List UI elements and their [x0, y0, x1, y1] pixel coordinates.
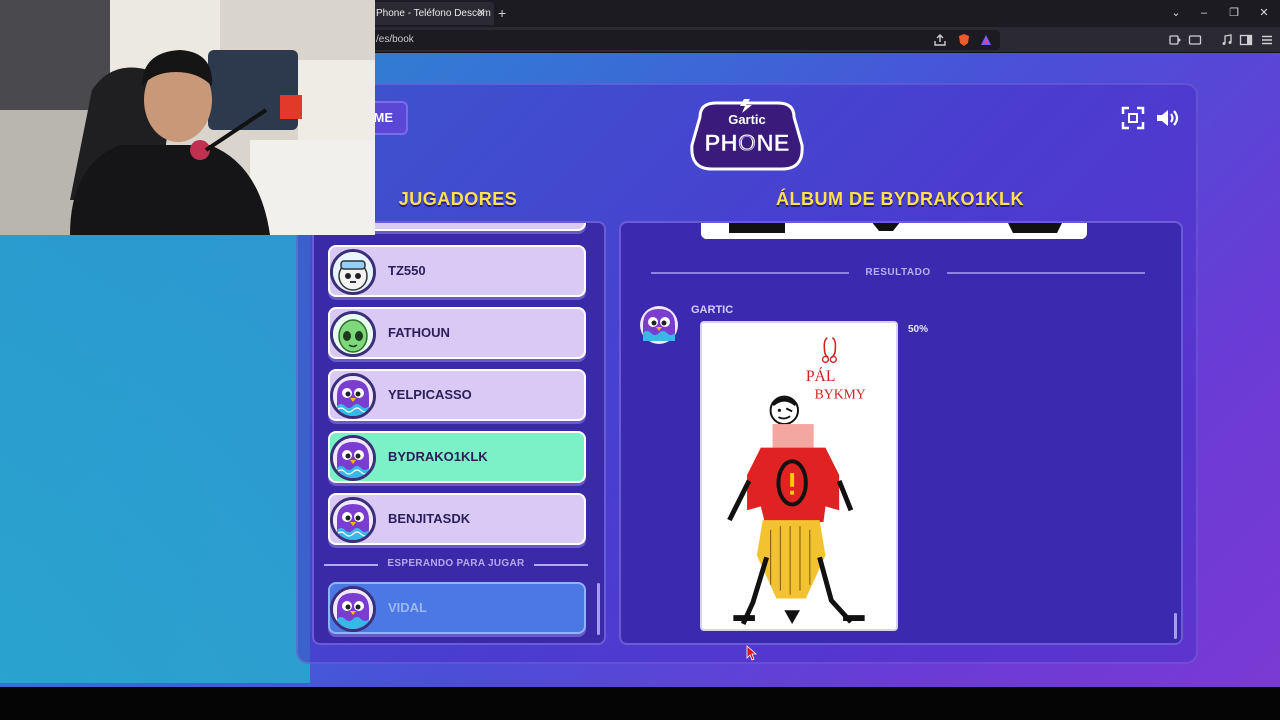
bird-avatar-icon: [330, 497, 376, 543]
previous-drawing: [701, 223, 1087, 239]
bird-avatar-icon: [640, 306, 678, 344]
url-text[interactable]: /es/book: [376, 27, 414, 53]
drawing-text-1: PÁL: [806, 366, 836, 385]
bird-avatar-icon: [330, 435, 376, 481]
album-panel: RESULTADO GARTIC PÁL BYKMY 50%: [619, 221, 1183, 645]
aviator-avatar-icon: [330, 249, 376, 295]
players-panel: TZ550 FATHOUN YELPICASSO BYDRAKO1KLK BEN…: [312, 221, 606, 645]
player-name: BYDRAKO1KLK: [388, 449, 488, 464]
player-name: VIDAL: [388, 600, 427, 615]
tab-close-icon[interactable]: ✕: [474, 2, 488, 25]
player-card-tz550: TZ550: [328, 245, 586, 297]
player-card-vidal: VIDAL: [328, 582, 586, 634]
close-window-button[interactable]: ✕: [1254, 4, 1274, 22]
drawing-text-2: BYKMY: [815, 387, 866, 402]
players-scrollbar[interactable]: [597, 583, 600, 635]
fullscreen-icon[interactable]: [1120, 105, 1146, 131]
player-name: TZ550: [388, 263, 426, 278]
alien-avatar-icon: [330, 311, 376, 357]
brave-shield-icon[interactable]: [957, 33, 971, 47]
sidebar-icon[interactable]: [1239, 33, 1253, 47]
url-field[interactable]: [366, 30, 1000, 50]
webcam-overlay: [0, 0, 375, 235]
menu-icon[interactable]: [1260, 33, 1274, 47]
player-card-benjitasdk: BENJITASDK: [328, 493, 586, 545]
bird-avatar-icon: [330, 586, 376, 632]
result-drawing: PÁL BYKMY: [700, 321, 898, 631]
match-percent: 50%: [908, 324, 929, 335]
minimize-button[interactable]: –: [1194, 4, 1214, 22]
bird-avatar-icon: [330, 373, 376, 419]
media-icon[interactable]: [1220, 33, 1234, 47]
album-scrollbar[interactable]: [1174, 613, 1177, 639]
result-label: RESULTADO: [651, 267, 1145, 278]
bottom-bar: [0, 687, 1280, 720]
extensions-icon[interactable]: [1168, 33, 1182, 47]
player-name: BENJITASDK: [388, 511, 471, 526]
logo-text-top: Gartic: [728, 112, 766, 127]
gartic-phone-logo: Gartic PHONE: [690, 99, 804, 171]
share-icon[interactable]: [933, 33, 947, 47]
maximize-button[interactable]: ❐: [1224, 4, 1244, 22]
player-card-yelpicasso: YELPICASSO: [328, 369, 586, 421]
album-heading: ÁLBUM DE BYDRAKO1KLK: [776, 189, 1024, 209]
logo-text-main: PHONE: [704, 130, 789, 157]
speaker-icon[interactable]: [1154, 105, 1180, 131]
rewards-triangle-icon[interactable]: [979, 33, 993, 47]
player-card-bydrako1klk: BYDRAKO1KLK: [328, 431, 586, 483]
player-name: YELPICASSO: [388, 387, 472, 402]
waiting-label: ESPERANDO PARA JUGAR: [324, 558, 588, 569]
tab-list-icon[interactable]: ⌄: [1166, 4, 1186, 22]
mouse-cursor-icon: [746, 645, 758, 661]
author-name: GARTIC: [691, 304, 734, 316]
wallet-icon[interactable]: [1188, 33, 1202, 47]
new-tab-button[interactable]: +: [498, 3, 506, 23]
player-card-fathoun: FATHOUN: [328, 307, 586, 359]
player-name: FATHOUN: [388, 325, 450, 340]
